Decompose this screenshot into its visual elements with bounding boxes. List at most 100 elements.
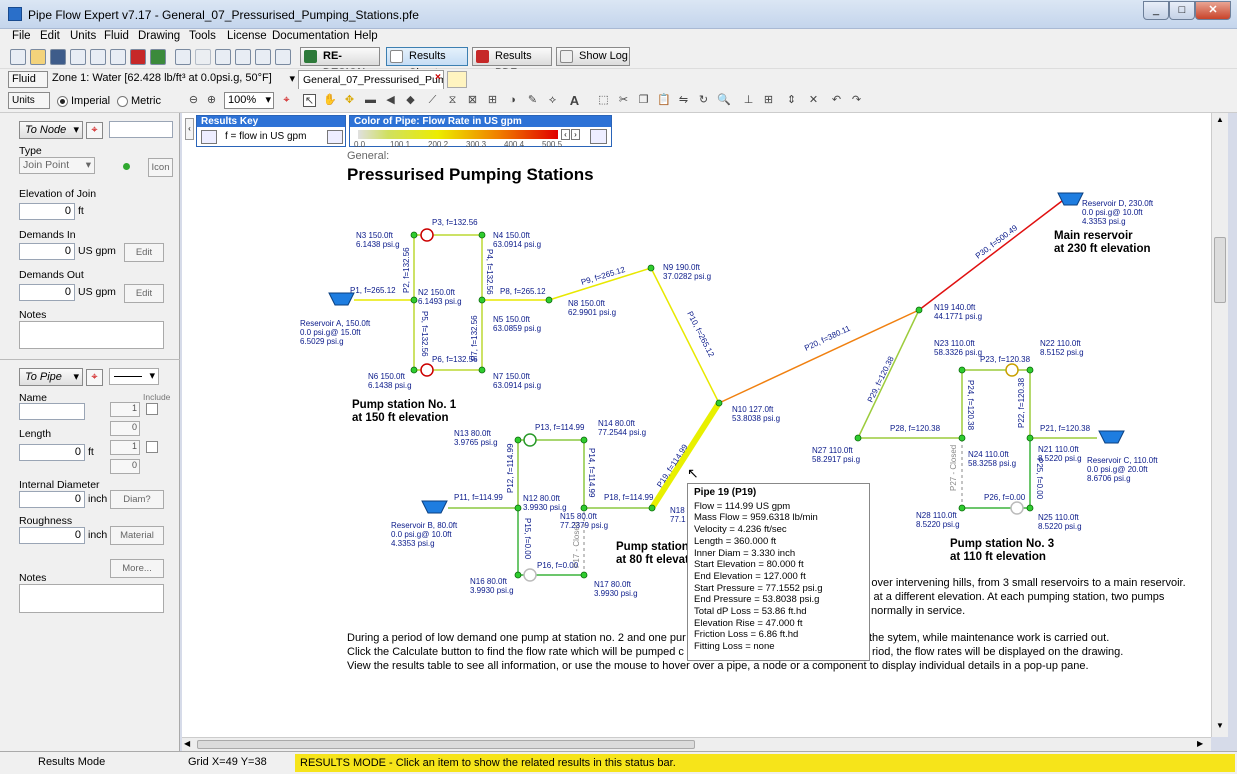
select-arrow-icon[interactable]: ↖ xyxy=(303,94,316,107)
icon-button[interactable]: Icon xyxy=(148,158,173,177)
node-n22[interactable] xyxy=(1026,366,1034,374)
open-folder-icon[interactable] xyxy=(30,49,46,65)
metric-radio[interactable] xyxy=(117,96,128,107)
units-button[interactable]: Units xyxy=(8,92,50,109)
demands-out-field[interactable]: 0 xyxy=(19,284,75,301)
node-n12[interactable] xyxy=(514,504,522,512)
reservoir-d-icon[interactable] xyxy=(1057,192,1084,206)
move-icon[interactable]: ✥ xyxy=(343,94,356,107)
iso-icon[interactable] xyxy=(175,49,191,65)
align-center-icon[interactable]: ⊞ xyxy=(762,94,775,107)
menu-file[interactable]: File xyxy=(12,30,31,42)
print-preview-icon[interactable] xyxy=(90,49,106,65)
node-n2[interactable] xyxy=(410,296,418,304)
save-icon[interactable] xyxy=(50,49,66,65)
scroll-right-icon[interactable]: ▶ xyxy=(1197,739,1207,750)
pump-icon[interactable] xyxy=(420,363,434,377)
node-n14[interactable] xyxy=(580,436,588,444)
fitting-count-3[interactable]: 1 xyxy=(110,440,140,455)
calc-icon[interactable] xyxy=(275,49,291,65)
print-icon[interactable] xyxy=(110,49,126,65)
horizontal-scroll-thumb[interactable] xyxy=(197,740,695,749)
pipe-tool-icon[interactable]: ▬ xyxy=(364,94,377,107)
pump-icon[interactable] xyxy=(420,228,434,242)
edit-icon[interactable] xyxy=(195,49,211,65)
scroll-up-icon[interactable]: ▲ xyxy=(1214,115,1226,127)
node-name-field[interactable] xyxy=(109,121,173,138)
fitting-count-2[interactable]: 0 xyxy=(110,421,140,436)
node-n6[interactable] xyxy=(410,366,418,374)
pdf-icon[interactable] xyxy=(130,49,146,65)
scroll-down-icon[interactable]: ▼ xyxy=(1214,721,1226,733)
type-select[interactable]: Join Point ▾ xyxy=(19,157,95,174)
imperial-radio[interactable] xyxy=(57,96,68,107)
paste-icon[interactable]: 📋 xyxy=(657,94,671,107)
pipe-p29[interactable] xyxy=(857,309,920,439)
node-n27[interactable] xyxy=(854,434,862,442)
more-button[interactable]: More... xyxy=(110,559,164,578)
node-n8[interactable] xyxy=(545,296,553,304)
node-n28[interactable] xyxy=(958,504,966,512)
results-sheet-button[interactable]: Results Sheet xyxy=(386,47,468,79)
line-tool-icon[interactable]: ⟋ xyxy=(426,94,439,107)
label-icon[interactable] xyxy=(235,49,251,65)
zoom-area-icon[interactable]: 🔍 xyxy=(717,94,731,107)
node-tool-icon[interactable]: ◆ xyxy=(404,94,417,107)
fitting-tool-icon[interactable]: ⧖ xyxy=(446,94,459,107)
measure-tool-icon[interactable]: ⟡ xyxy=(546,94,559,107)
demands-in-field[interactable]: 0 xyxy=(19,243,75,260)
roughness-field[interactable]: 0 xyxy=(19,527,85,544)
pan-hand-icon[interactable]: ✋ xyxy=(323,94,337,107)
new-file-icon[interactable] xyxy=(10,49,26,65)
reservoir-b-icon[interactable] xyxy=(421,500,448,514)
menu-documentation[interactable]: Documentation xyxy=(272,30,349,42)
tab-file[interactable]: General_07_Pressurised_Pump × xyxy=(298,70,444,89)
minimize-button[interactable]: _ xyxy=(1143,1,1169,20)
material-button[interactable]: Material xyxy=(110,526,164,545)
horizontal-scrollbar[interactable]: ◀ ▶ xyxy=(182,737,1211,751)
node-mode-select[interactable]: To Node ▾ xyxy=(19,121,83,139)
menu-drawing[interactable]: Drawing xyxy=(138,30,180,42)
include-checkbox-2[interactable] xyxy=(146,441,158,453)
target-icon[interactable]: ⌖ xyxy=(280,94,293,107)
zoom-in-icon[interactable]: ⊕ xyxy=(205,94,218,107)
close-button[interactable]: ✕ xyxy=(1195,1,1231,20)
menu-fluid[interactable]: Fluid xyxy=(104,30,129,42)
pump-tool-icon[interactable]: ◑ xyxy=(506,94,519,107)
menu-tools[interactable]: Tools xyxy=(189,30,216,42)
undo-icon[interactable]: ↶ xyxy=(830,94,843,107)
include-checkbox-1[interactable] xyxy=(146,403,158,415)
show-log-button[interactable]: Show Log xyxy=(556,47,630,66)
node-n21[interactable] xyxy=(1026,434,1034,442)
node-n19[interactable] xyxy=(915,306,923,314)
email-icon[interactable] xyxy=(70,49,86,65)
pump-off-icon[interactable] xyxy=(523,568,537,582)
pipe-mode-select[interactable]: To Pipe ▾ xyxy=(19,368,83,386)
delete-icon[interactable]: ✕ xyxy=(807,94,820,107)
node-n16[interactable] xyxy=(514,571,522,579)
text-tool-icon[interactable]: A xyxy=(568,94,581,107)
cut-icon[interactable]: ✂ xyxy=(617,94,630,107)
reservoir-c-icon[interactable] xyxy=(1098,430,1125,444)
new-tab-button[interactable] xyxy=(447,71,467,88)
component-tool-icon[interactable]: ⊞ xyxy=(486,94,499,107)
fitting-count-1[interactable]: 1 xyxy=(110,402,140,417)
node-n23[interactable] xyxy=(958,366,966,374)
node-target-icon[interactable]: ⌖ xyxy=(86,122,103,139)
redesign-button[interactable]: RE-DESIGN xyxy=(300,47,380,79)
fluid-button[interactable]: Fluid xyxy=(8,71,48,88)
tab-close-icon[interactable]: × xyxy=(435,71,441,83)
elevation-field[interactable]: 0 xyxy=(19,203,75,220)
scroll-left-icon[interactable]: ◀ xyxy=(184,739,194,750)
align-bottom-icon[interactable]: ⊥ xyxy=(742,94,755,107)
menu-edit[interactable]: Edit xyxy=(40,30,60,42)
zoom-select[interactable]: 100% ▾ xyxy=(224,92,274,109)
node-n15[interactable] xyxy=(580,504,588,512)
pump-icon[interactable] xyxy=(1005,363,1019,377)
rotate-icon[interactable]: ↻ xyxy=(697,94,710,107)
demands-out-edit-button[interactable]: Edit xyxy=(124,284,164,303)
pipe-target-icon[interactable]: ⌖ xyxy=(86,369,103,386)
pump-icon[interactable] xyxy=(523,433,537,447)
diameter-field[interactable]: 0 xyxy=(19,491,85,508)
pipe-name-field[interactable] xyxy=(19,403,85,420)
